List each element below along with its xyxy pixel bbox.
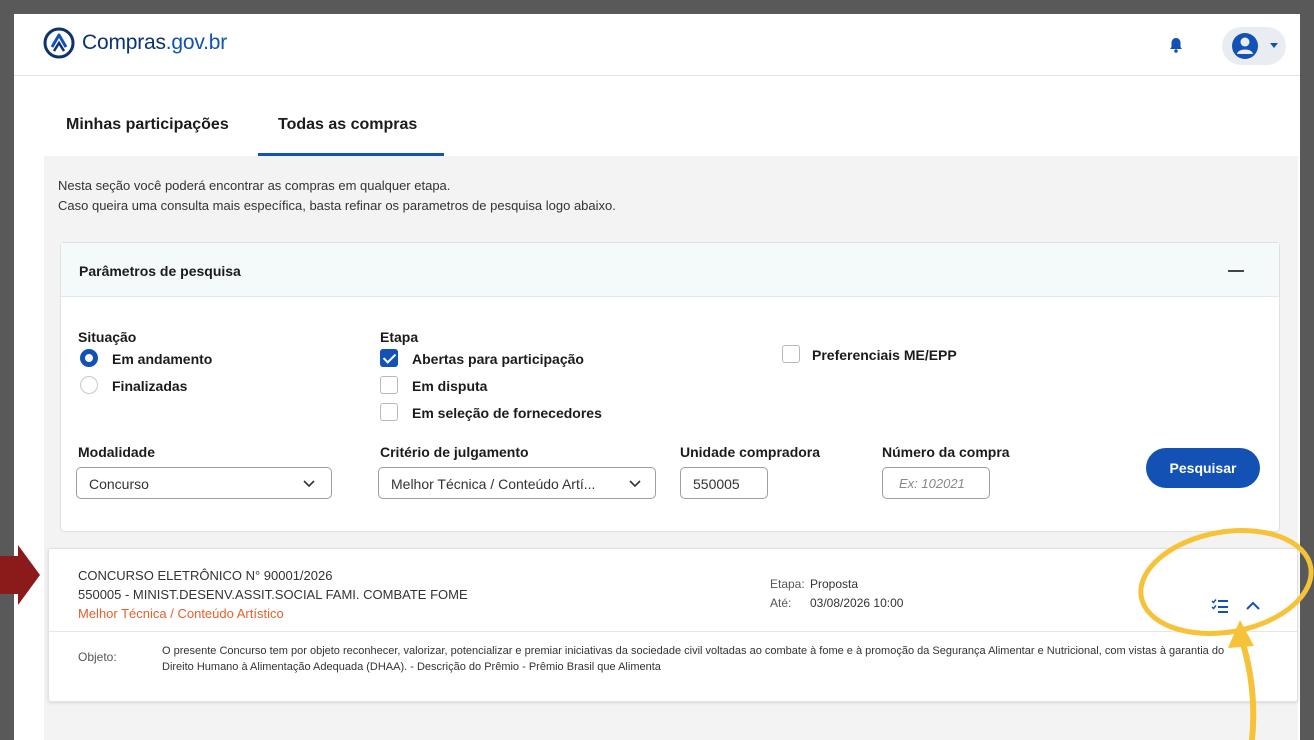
unidade-value: 550005 (693, 476, 740, 492)
chevron-down-icon (303, 480, 315, 488)
logo-icon (43, 27, 75, 59)
checkbox-preferenciais[interactable] (782, 345, 800, 363)
etapa-label: Etapa (380, 329, 419, 345)
checklist-icon[interactable] (1211, 598, 1229, 614)
user-menu-button[interactable] (1222, 27, 1286, 65)
result-divider (49, 631, 1297, 632)
compras-logo[interactable]: Compras.gov.br (42, 26, 227, 60)
etapa-meta-value: Proposta (810, 577, 859, 591)
checkbox-em-disputa[interactable] (380, 376, 398, 394)
intro-text-line-1: Nesta seção você poderá encontrar as com… (58, 178, 451, 193)
radio-finalizadas-label: Finalizadas (112, 378, 188, 394)
result-unit: 550005 - MINIST.DESENV.ASSIT.SOCIAL FAMI… (78, 587, 468, 602)
result-card: CONCURSO ELETRÔNICO N° 90001/2026 550005… (48, 548, 1298, 702)
logo-text: Compras.gov.br (82, 31, 228, 54)
numero-placeholder: Ex: 102021 (899, 476, 965, 491)
tab-minhas-participacoes[interactable]: Minhas participações (66, 116, 229, 134)
unidade-label: Unidade compradora (680, 444, 821, 460)
numero-label: Número da compra (882, 444, 1010, 460)
etapa-meta-label: Etapa: (770, 577, 805, 591)
modalidade-label: Modalidade (78, 444, 156, 460)
criterio-label: Critério de julgamento (380, 444, 529, 460)
search-button[interactable]: Pesquisar (1146, 448, 1260, 488)
checkbox-em-selecao[interactable] (380, 403, 398, 421)
radio-finalizadas[interactable] (80, 376, 98, 394)
unidade-input[interactable]: 550005 (680, 467, 768, 499)
modalidade-value: Concurso (89, 476, 149, 492)
chevron-down-icon (629, 480, 641, 488)
criterio-select[interactable]: Melhor Técnica / Conteúdo Artí... (378, 467, 656, 499)
situacao-label: Situação (78, 329, 137, 345)
modalidade-select[interactable]: Concurso (76, 467, 332, 499)
objeto-label: Objeto: (78, 650, 117, 664)
checkbox-em-disputa-label: Em disputa (412, 378, 488, 394)
ate-meta-value: 03/08/2026 10:00 (810, 596, 904, 610)
caret-down-icon (1270, 43, 1278, 48)
tab-todas-as-compras[interactable]: Todas as compras (278, 116, 417, 134)
checkbox-em-selecao-label: Em seleção de fornecedores (412, 405, 602, 421)
user-icon (1232, 33, 1258, 59)
ate-meta-label: Até: (770, 596, 792, 610)
result-title[interactable]: CONCURSO ELETRÔNICO N° 90001/2026 (78, 568, 332, 583)
collapse-icon[interactable] (1228, 270, 1244, 272)
app-window: Compras.gov.br Minhas participações Toda… (14, 14, 1300, 740)
chevron-up-icon[interactable] (1245, 598, 1261, 614)
checkbox-preferenciais-label: Preferenciais ME/EPP (812, 347, 957, 363)
objeto-text: O presente Concurso tem por objeto recon… (162, 645, 1225, 673)
radio-em-andamento[interactable] (80, 349, 98, 367)
numero-input[interactable]: Ex: 102021 (882, 467, 990, 499)
intro-text-line-2: Caso queira uma consulta mais específica… (58, 198, 616, 213)
result-criterion: Melhor Técnica / Conteúdo Artístico (78, 606, 284, 621)
search-parameters-header[interactable]: Parâmetros de pesquisa (61, 243, 1279, 297)
radio-em-andamento-label: Em andamento (112, 351, 213, 367)
checkbox-abertas-label: Abertas para participação (412, 351, 584, 367)
bell-icon[interactable] (1167, 36, 1185, 54)
checkbox-abertas[interactable] (380, 349, 398, 367)
criterio-value: Melhor Técnica / Conteúdo Artí... (391, 476, 596, 492)
search-parameters-title: Parâmetros de pesquisa (79, 263, 241, 279)
top-header: Compras.gov.br (14, 14, 1300, 76)
